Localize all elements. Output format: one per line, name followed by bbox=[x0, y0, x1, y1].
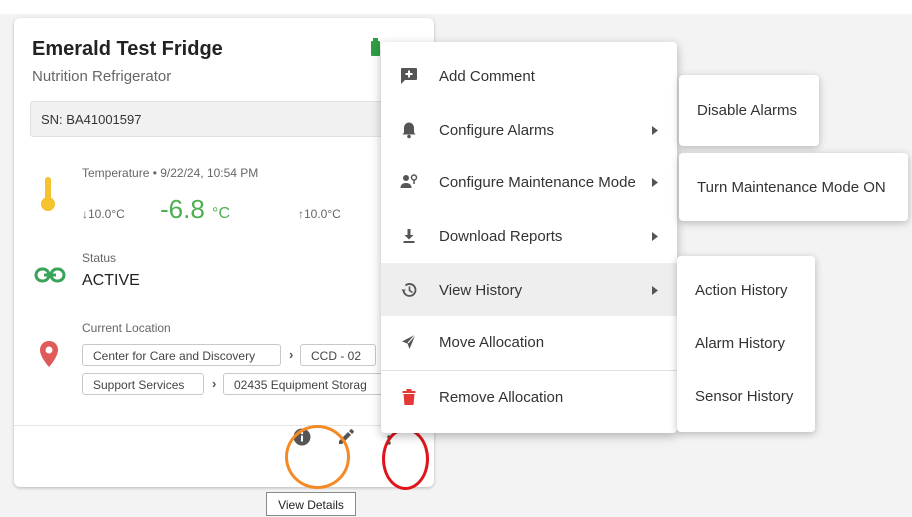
chevron-right-icon bbox=[652, 178, 658, 187]
temperature-value: -6.8 °C bbox=[160, 194, 230, 225]
battery-full-icon bbox=[371, 38, 380, 56]
bell-icon bbox=[402, 122, 416, 139]
trash-icon bbox=[402, 389, 416, 405]
device-type: Nutrition Refrigerator bbox=[32, 68, 172, 85]
menu-item-label: View History bbox=[439, 282, 523, 299]
location-separator: › bbox=[289, 347, 294, 362]
history-submenu: Action History Alarm History Sensor Hist… bbox=[677, 256, 815, 432]
location-chip[interactable]: Support Services bbox=[82, 373, 204, 395]
menu-item-download-reports[interactable]: Download Reports bbox=[381, 209, 677, 262]
add-comment-icon bbox=[401, 68, 417, 84]
maintenance-person-icon bbox=[400, 174, 418, 188]
temperature-min: ↓10.0°C bbox=[82, 207, 125, 221]
chevron-right-icon bbox=[652, 232, 658, 241]
submenu-item-sensor-history[interactable]: Sensor History bbox=[695, 388, 793, 405]
location-chip[interactable]: Center for Care and Discovery bbox=[82, 344, 281, 366]
move-allocation-icon bbox=[402, 334, 416, 349]
temperature-number: -6.8 bbox=[160, 194, 205, 224]
location-pin-icon bbox=[40, 341, 58, 367]
temperature-label: Temperature • 9/22/24, 10:54 PM bbox=[82, 166, 259, 180]
device-card: Emerald Test Fridge Nutrition Refrigerat… bbox=[14, 18, 434, 487]
submenu-item-alarm-history[interactable]: Alarm History bbox=[695, 335, 785, 352]
device-name: Emerald Test Fridge bbox=[32, 38, 223, 60]
location-separator: › bbox=[212, 376, 217, 391]
thermometer-icon bbox=[41, 177, 55, 211]
menu-item-label: Move Allocation bbox=[439, 334, 545, 351]
maintenance-submenu: Turn Maintenance Mode ON bbox=[679, 153, 908, 221]
device-actions-menu: Add Comment Configure Alarms Configure M… bbox=[381, 42, 677, 433]
chevron-right-icon bbox=[652, 126, 658, 135]
history-icon bbox=[401, 283, 417, 297]
menu-item-configure-alarms[interactable]: Configure Alarms bbox=[381, 103, 677, 156]
menu-item-view-history[interactable]: View History bbox=[381, 263, 677, 316]
menu-item-label: Download Reports bbox=[439, 228, 563, 245]
menu-item-label: Remove Allocation bbox=[439, 389, 564, 406]
status-label: Status bbox=[82, 251, 117, 265]
temperature-max: ↑10.0°C bbox=[298, 207, 341, 221]
serial-number: SN: BA41001597 bbox=[30, 101, 410, 137]
menu-item-label: Add Comment bbox=[439, 68, 535, 85]
submenu-item-disable-alarms[interactable]: Disable Alarms bbox=[697, 102, 797, 119]
location-chip[interactable]: 02435 Equipment Storag bbox=[223, 373, 393, 395]
menu-item-configure-maintenance[interactable]: Configure Maintenance Mode bbox=[381, 156, 677, 209]
download-icon bbox=[403, 229, 415, 243]
menu-item-add-comment[interactable]: Add Comment bbox=[381, 50, 677, 103]
menu-item-move-allocation[interactable]: Move Allocation bbox=[381, 316, 677, 369]
location-label: Current Location bbox=[82, 321, 171, 335]
submenu-item-turn-maintenance-on[interactable]: Turn Maintenance Mode ON bbox=[697, 179, 886, 196]
page-top-strip bbox=[0, 0, 912, 14]
menu-item-remove-allocation[interactable]: Remove Allocation bbox=[381, 371, 677, 424]
submenu-item-action-history[interactable]: Action History bbox=[695, 282, 788, 299]
menu-item-label: Configure Maintenance Mode bbox=[439, 174, 636, 191]
annotation-circle-red bbox=[382, 428, 429, 490]
annotation-circle-orange bbox=[285, 425, 350, 489]
location-chip[interactable]: CCD - 02 bbox=[300, 344, 376, 366]
card-divider bbox=[14, 425, 434, 426]
link-icon bbox=[34, 267, 66, 283]
menu-item-label: Configure Alarms bbox=[439, 122, 555, 139]
temperature-unit: °C bbox=[212, 205, 230, 222]
chevron-right-icon bbox=[652, 286, 658, 295]
view-details-tooltip: View Details bbox=[266, 492, 356, 516]
status-value: ACTIVE bbox=[82, 272, 140, 289]
alarms-submenu: Disable Alarms bbox=[679, 75, 819, 146]
